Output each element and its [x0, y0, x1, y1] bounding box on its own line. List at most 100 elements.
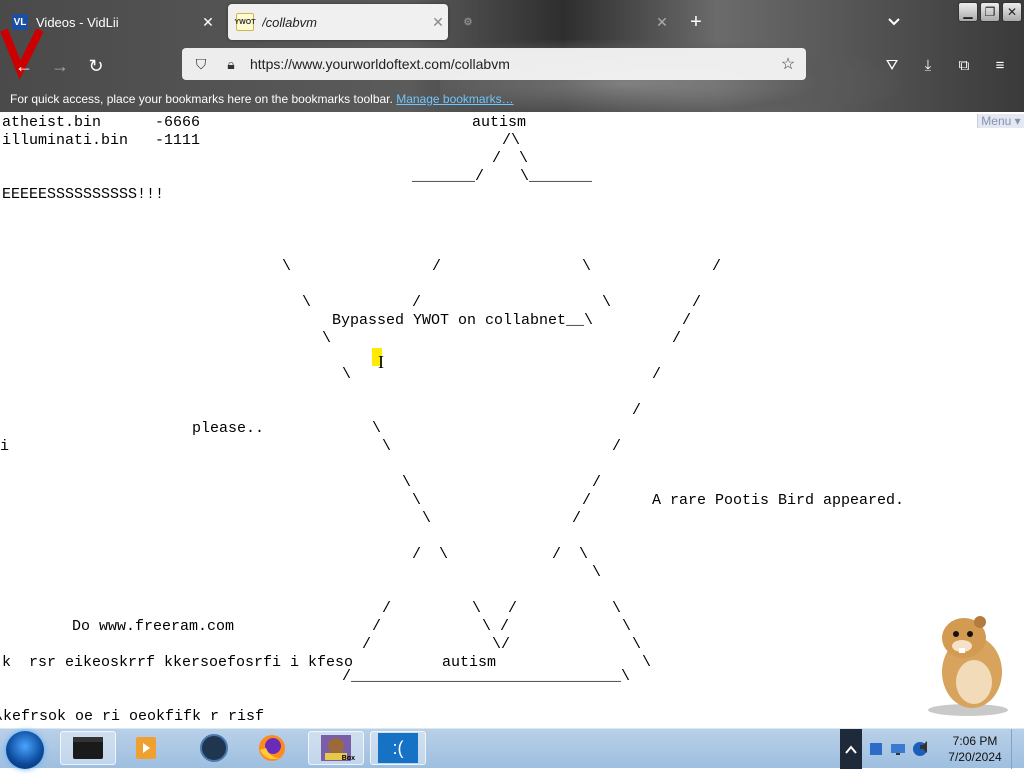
chevron-up-icon: [845, 745, 857, 754]
text-line: / \: [412, 546, 449, 563]
forward-arrow-icon[interactable]: →: [48, 54, 72, 78]
taskbar-item-firefox[interactable]: [244, 731, 300, 765]
address-bar[interactable]: ⛉ 🔒︎ https://www.yourworldoftext.com/col…: [182, 48, 806, 80]
firefox-icon: [259, 735, 285, 761]
text-line: / \: [552, 546, 589, 563]
text-line: please..: [192, 420, 265, 437]
text-line: /: [362, 636, 372, 653]
text-line: \: [342, 366, 352, 383]
hamburger-menu-icon[interactable]: ≡: [988, 54, 1012, 78]
text-line: /: [572, 510, 582, 527]
tracking-shield-icon[interactable]: ⛉: [190, 56, 212, 73]
settings-gear-icon: ⚙: [463, 16, 473, 28]
bookmarks-toolbar: For quick access, place your bookmarks h…: [0, 90, 1024, 110]
minimize-icon[interactable]: ▁: [958, 2, 978, 22]
download-icon[interactable]: ⤓: [916, 54, 940, 78]
text-line: \: [632, 636, 642, 653]
text-line: /: [682, 312, 692, 329]
lock-icon[interactable]: 🔒︎: [220, 56, 242, 73]
text-line: \: [322, 330, 332, 347]
tab-collabvm[interactable]: YWOT /collabvm ✕: [228, 4, 448, 40]
media-player-icon: [136, 737, 156, 759]
text-line: \: [592, 564, 602, 581]
text-line: \: [302, 294, 312, 311]
text-line: /\: [502, 132, 521, 149]
taskbar-item-globe[interactable]: [186, 731, 242, 765]
taskbar-item-bonzi[interactable]: Box: [308, 731, 364, 765]
windows-taskbar: Box :( 7:06 PM 7/20/2024: [0, 728, 1024, 769]
browser-chrome: VL Videos - VidLii ✕ YWOT /collabvm ✕ ⚙ …: [0, 0, 1024, 112]
close-window-icon[interactable]: ✕: [1002, 2, 1022, 22]
text-line: \ /: [472, 600, 518, 617]
tab-label: Videos - VidLii: [36, 14, 119, 30]
network-icon[interactable]: [868, 741, 884, 757]
ywot-canvas[interactable]: Menu ▾ atheist.bin -6666 illuminati.bin …: [0, 112, 1024, 728]
tray-overflow[interactable]: [840, 729, 862, 769]
text-line: A rare Pootis Bird appeared.: [652, 492, 905, 509]
ibeam-mouse-cursor-icon: I: [378, 352, 384, 372]
clock-date: 7/20/2024: [948, 750, 1002, 764]
text-line: /: [582, 492, 592, 509]
tab-settings[interactable]: ⚙ ✕: [452, 4, 672, 40]
text-line: _______/ \_______: [412, 168, 593, 185]
restore-icon[interactable]: ❐: [980, 2, 1000, 22]
new-tab-plus-icon[interactable]: +: [684, 8, 708, 36]
volume-icon[interactable]: [916, 737, 936, 757]
close-icon[interactable]: ✕: [428, 14, 448, 31]
text-line: /: [612, 438, 622, 455]
reload-icon[interactable]: ↻: [84, 54, 108, 78]
text-line: k rsr eikeoskrrf kkersoefosrfi i kfeso: [2, 654, 354, 671]
ywot-menu-button[interactable]: Menu ▾: [977, 114, 1024, 128]
clock-time: 7:06 PM: [952, 734, 998, 748]
text-line: \: [612, 600, 622, 617]
back-arrow-icon[interactable]: ←: [12, 54, 36, 78]
dark-window-icon: [73, 737, 103, 759]
text-line: /: [592, 474, 602, 491]
text-line: \/: [492, 636, 511, 653]
text-line: i: [0, 438, 10, 455]
text-line: /: [412, 294, 422, 311]
text-line: \: [372, 420, 382, 437]
desktop-hamster-pet[interactable]: [916, 602, 1016, 716]
bookmark-star-icon[interactable]: ☆: [776, 54, 800, 74]
text-line: \: [402, 474, 412, 491]
text-line: \: [412, 492, 422, 509]
start-orb-icon[interactable]: [6, 731, 44, 769]
text-line: /: [672, 330, 682, 347]
navigation-toolbar: ← → ↻ ⛉ 🔒︎ https://www.yourworldoftext.c…: [0, 44, 1024, 88]
text-line: /______________________________\: [342, 668, 631, 685]
close-icon[interactable]: ✕: [198, 14, 218, 31]
text-line: \ /: [482, 618, 510, 635]
extensions-puzzle-icon[interactable]: ⧉: [952, 54, 976, 78]
display-icon[interactable]: [890, 741, 906, 757]
text-line: \: [622, 618, 632, 635]
yourworldoftext-favicon: YWOT: [235, 13, 256, 31]
chevron-down-icon[interactable]: [882, 8, 906, 36]
url-text[interactable]: https://www.yourworldoftext.com/collabvm: [250, 56, 776, 72]
text-line: \: [382, 438, 392, 455]
text-line: / \: [492, 150, 529, 167]
tab-vidlii[interactable]: VL Videos - VidLii ✕: [4, 4, 218, 40]
tab-label: /collabvm: [262, 14, 317, 30]
vidlii-favicon: VL: [12, 14, 28, 30]
taskbar-item-media-player[interactable]: [118, 731, 174, 765]
show-desktop-button[interactable]: [1011, 729, 1024, 769]
taskbar-item-sad-face[interactable]: :(: [370, 731, 426, 765]
text-line: \: [422, 510, 432, 527]
text-line: /: [432, 258, 442, 275]
sad-face-icon: :(: [378, 733, 418, 763]
bonzi-box-label: Box: [341, 755, 355, 762]
text-line: /: [692, 294, 702, 311]
pocket-icon[interactable]: ⛛: [880, 54, 904, 78]
close-icon[interactable]: ✕: [652, 14, 672, 31]
text-line: \: [602, 294, 612, 311]
system-clock[interactable]: 7:06 PM 7/20/2024: [940, 733, 1010, 765]
text-line: \: [582, 258, 592, 275]
text-line: /: [632, 402, 642, 419]
manage-bookmarks-link[interactable]: Manage bookmarks…: [396, 92, 513, 106]
text-line: \: [282, 258, 292, 275]
window-controls: ▁ ❐ ✕: [958, 2, 1022, 22]
dark-globe-icon: [200, 734, 228, 762]
taskbar-item-terminal[interactable]: [60, 731, 116, 765]
text-line: /: [372, 618, 382, 635]
